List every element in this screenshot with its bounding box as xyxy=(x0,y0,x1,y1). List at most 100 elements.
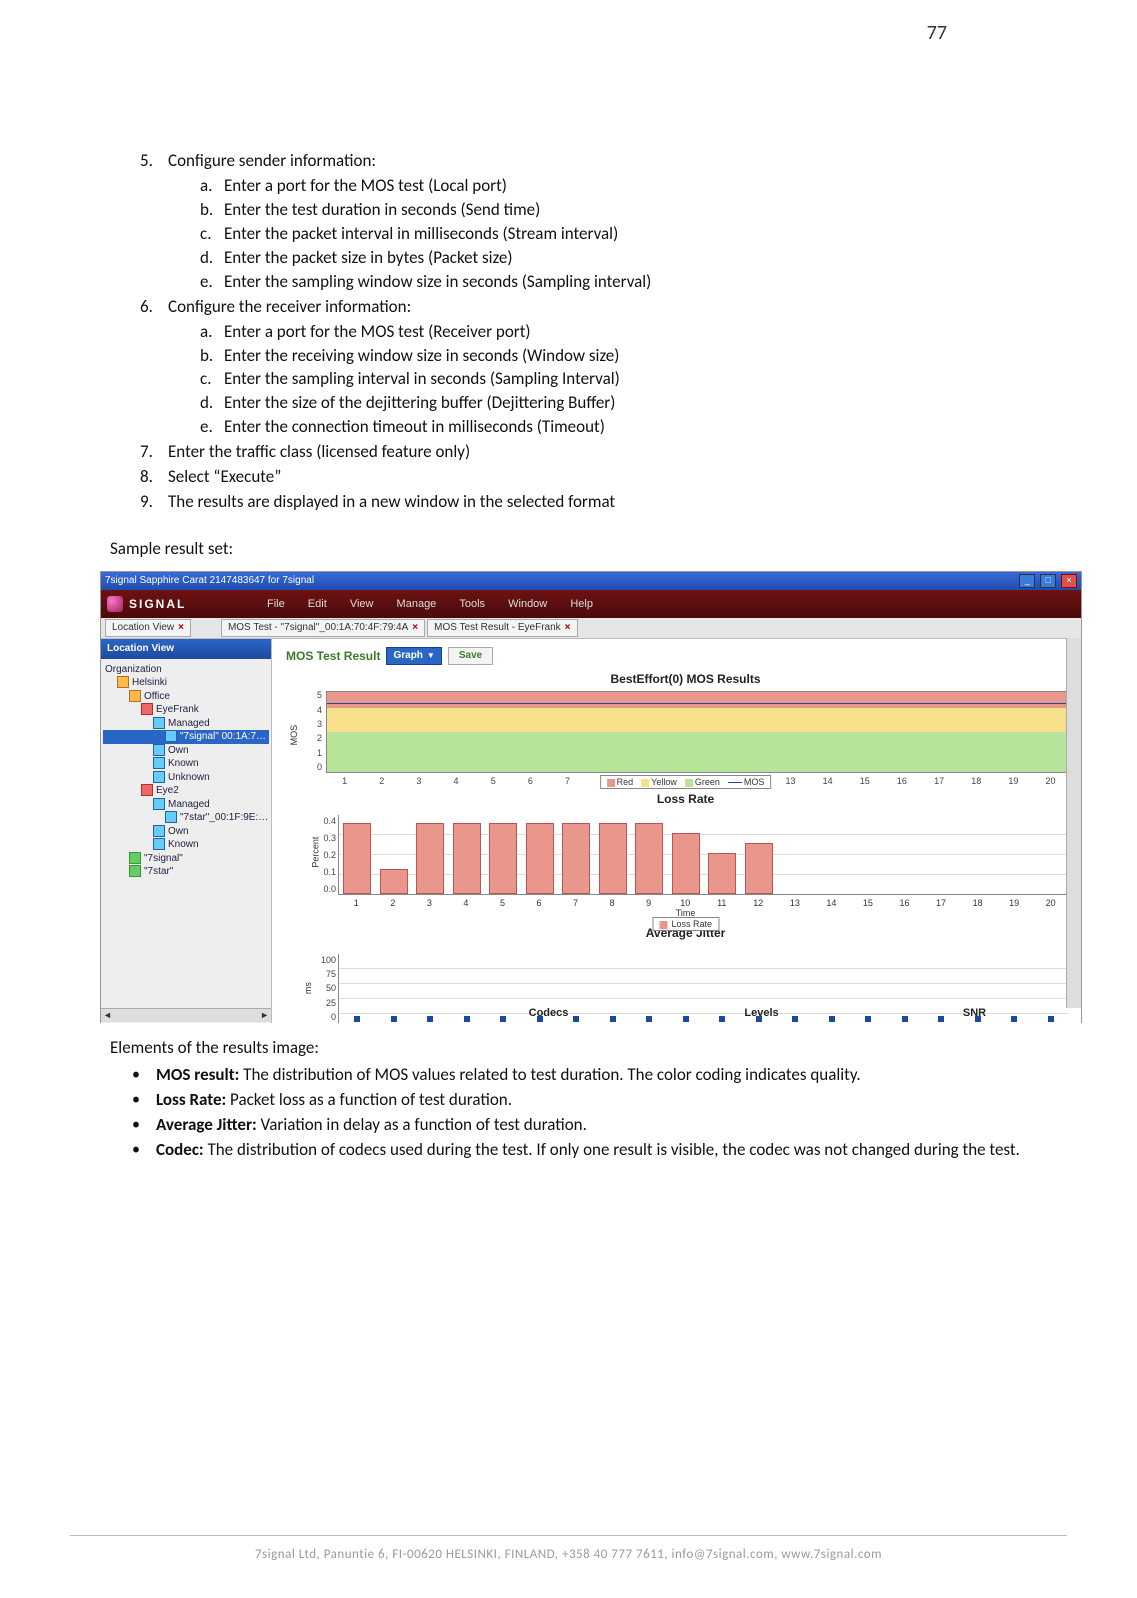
tree-own[interactable]: Own xyxy=(103,744,269,758)
step-6b-text: Enter the receiving window size in secon… xyxy=(224,345,619,366)
v-scrollbar[interactable] xyxy=(1066,638,1081,1008)
menu-view[interactable]: View xyxy=(350,598,374,610)
ap-icon xyxy=(153,757,165,769)
device-icon xyxy=(141,784,153,796)
screenshot-window: 7signal Sapphire Carat 2147483647 for 7s… xyxy=(100,571,1082,1023)
tree-known-label: Known xyxy=(168,758,199,769)
menu-window[interactable]: Window xyxy=(508,598,547,610)
view-mode-dropdown[interactable]: Graph xyxy=(386,647,441,665)
maximize-icon[interactable]: □ xyxy=(1040,574,1056,588)
tree-org[interactable]: Organization xyxy=(103,663,269,677)
ap-icon xyxy=(153,744,165,756)
tree-office[interactable]: Office xyxy=(103,690,269,704)
sidebar-h-scrollbar[interactable]: ◄► xyxy=(101,1008,271,1022)
step-6a-text: Enter a port for the MOS test (Receiver … xyxy=(224,321,531,342)
chart-mos-ylabel: MOS xyxy=(288,725,300,746)
menu-edit[interactable]: Edit xyxy=(308,598,327,610)
bullet-mos: MOS result: The distribution of MOS valu… xyxy=(156,1064,1027,1087)
titlebar: 7signal Sapphire Carat 2147483647 for 7s… xyxy=(101,572,1081,590)
step-6e-text: Enter the connection timeout in millisec… xyxy=(224,416,605,437)
tree-unknown[interactable]: Unknown xyxy=(103,771,269,785)
step-7-text: Enter the traffic class (licensed featur… xyxy=(168,441,470,462)
close-icon[interactable]: × xyxy=(1061,574,1077,588)
step-6: 6.Configure the receiver information: a.… xyxy=(140,296,1027,440)
legend-lossrate: Loss Rate xyxy=(671,919,712,929)
brand-text: SIGNAL xyxy=(129,596,186,612)
step-6d-text: Enter the size of the dejittering buffer… xyxy=(224,392,615,413)
tab-mos-test[interactable]: MOS Test - "7signal"_00:1A:70:4F:79:4A × xyxy=(221,619,425,637)
step-9: 9.The results are displayed in a new win… xyxy=(140,491,1027,514)
sensor-icon xyxy=(129,865,141,877)
tree-7star-ap[interactable]: "7star"_00:1F:9E:CE:63:… xyxy=(103,811,269,825)
menu-file[interactable]: File xyxy=(267,598,285,610)
bullet-mos-text: The distribution of MOS values related t… xyxy=(239,1064,860,1085)
chart-mos: MOS 543210 12345678910111213141516171819… xyxy=(300,689,1071,789)
legend-red-icon xyxy=(607,779,615,787)
tree-managed2[interactable]: Managed xyxy=(103,798,269,812)
bullet-codec-bold: Codec: xyxy=(156,1139,204,1160)
close-tab-icon[interactable]: × xyxy=(412,621,418,635)
sidebar-header: Location View xyxy=(101,639,271,659)
tree-7signal[interactable]: "7signal" xyxy=(103,852,269,866)
tree-selected-ap[interactable]: "7signal" 00:1A:70:4F:7… xyxy=(103,730,269,744)
step-8: 8.Select “Execute” xyxy=(140,466,1027,489)
tab-location-view-label: Location View xyxy=(112,621,174,635)
legend-mos: MOS xyxy=(744,777,765,787)
mos-line xyxy=(327,703,1068,704)
tree-managed[interactable]: Managed xyxy=(103,717,269,731)
building-icon xyxy=(117,676,129,688)
tree[interactable]: Organization Helsinki Office EyeFrank Ma… xyxy=(101,659,271,883)
step-5d-text: Enter the packet size in bytes (Packet s… xyxy=(224,247,513,268)
tree-known[interactable]: Known xyxy=(103,757,269,771)
chart-jitter-yaxis: 1007550250 xyxy=(316,954,336,1023)
step-5b-text: Enter the test duration in seconds (Send… xyxy=(224,199,540,220)
step-5d: d.Enter the packet size in bytes (Packet… xyxy=(200,247,1027,270)
chart-mos-yaxis: 543210 xyxy=(300,689,322,773)
tree-own2[interactable]: Own xyxy=(103,825,269,839)
minimize-icon[interactable]: _ xyxy=(1019,574,1035,588)
window-buttons[interactable]: _ □ × xyxy=(1017,574,1077,588)
step-5e-text: Enter the sampling window size in second… xyxy=(224,271,651,292)
tree-managed2-label: Managed xyxy=(168,799,210,810)
tab-mos-result-label: MOS Test Result - EyeFrank xyxy=(434,621,561,635)
step-7: 7.Enter the traffic class (licensed feat… xyxy=(140,441,1027,464)
sidebar: Location View Organization Helsinki Offi… xyxy=(101,639,272,1023)
label-codecs: Codecs xyxy=(442,1006,655,1021)
tree-7star[interactable]: "7star" xyxy=(103,865,269,879)
tree-eyefrank[interactable]: EyeFrank xyxy=(103,703,269,717)
tab-location-view[interactable]: Location View × xyxy=(105,619,191,637)
legend-yellow-icon xyxy=(641,779,649,787)
sample-result-label: Sample result set: xyxy=(110,538,1027,561)
legend-mos-icon xyxy=(728,782,742,783)
step-5a: a.Enter a port for the MOS test (Local p… xyxy=(200,175,1027,198)
bullet-jitter: Average Jitter: Variation in delay as a … xyxy=(156,1114,1027,1137)
ap-icon xyxy=(153,825,165,837)
main-panel: MOS Test Result Graph Save BestEffort(0)… xyxy=(272,639,1081,1023)
bottom-section-labels: Codecs Levels SNR xyxy=(442,1006,1081,1021)
save-button[interactable]: Save xyxy=(448,647,493,665)
menu-manage[interactable]: Manage xyxy=(397,598,437,610)
menu-bar[interactable]: File Edit View Manage Tools Window Help xyxy=(257,597,603,612)
tree-known2[interactable]: Known xyxy=(103,838,269,852)
footer-rule xyxy=(70,1535,1067,1536)
legend-yellow: Yellow xyxy=(651,777,677,787)
folder-icon xyxy=(129,690,141,702)
menu-help[interactable]: Help xyxy=(570,598,593,610)
close-tab-icon[interactable]: × xyxy=(565,621,571,635)
tree-helsinki[interactable]: Helsinki xyxy=(103,676,269,690)
tree-selected-label: "7signal" 00:1A:70:4F:7… xyxy=(180,731,269,742)
tree-eyefrank-label: EyeFrank xyxy=(156,704,199,715)
device-icon xyxy=(141,703,153,715)
chart-loss-xticks: 1234567891011121314151617181920 xyxy=(338,897,1069,907)
tree-7star-label: "7star"_00:1F:9E:CE:63:… xyxy=(180,812,269,823)
page-number: 77 xyxy=(927,20,947,47)
tab-mos-result[interactable]: MOS Test Result - EyeFrank × xyxy=(427,619,577,637)
tree-eye2[interactable]: Eye2 xyxy=(103,784,269,798)
close-tab-icon[interactable]: × xyxy=(178,621,184,635)
ap-icon xyxy=(153,717,165,729)
menu-tools[interactable]: Tools xyxy=(459,598,485,610)
window-title: 7signal Sapphire Carat 2147483647 for 7s… xyxy=(105,574,314,588)
bullet-jitter-bold: Average Jitter: xyxy=(156,1114,257,1135)
step-6a: a.Enter a port for the MOS test (Receive… xyxy=(200,321,1027,344)
chart-mos-legend: Red Yellow Green MOS xyxy=(600,775,772,789)
